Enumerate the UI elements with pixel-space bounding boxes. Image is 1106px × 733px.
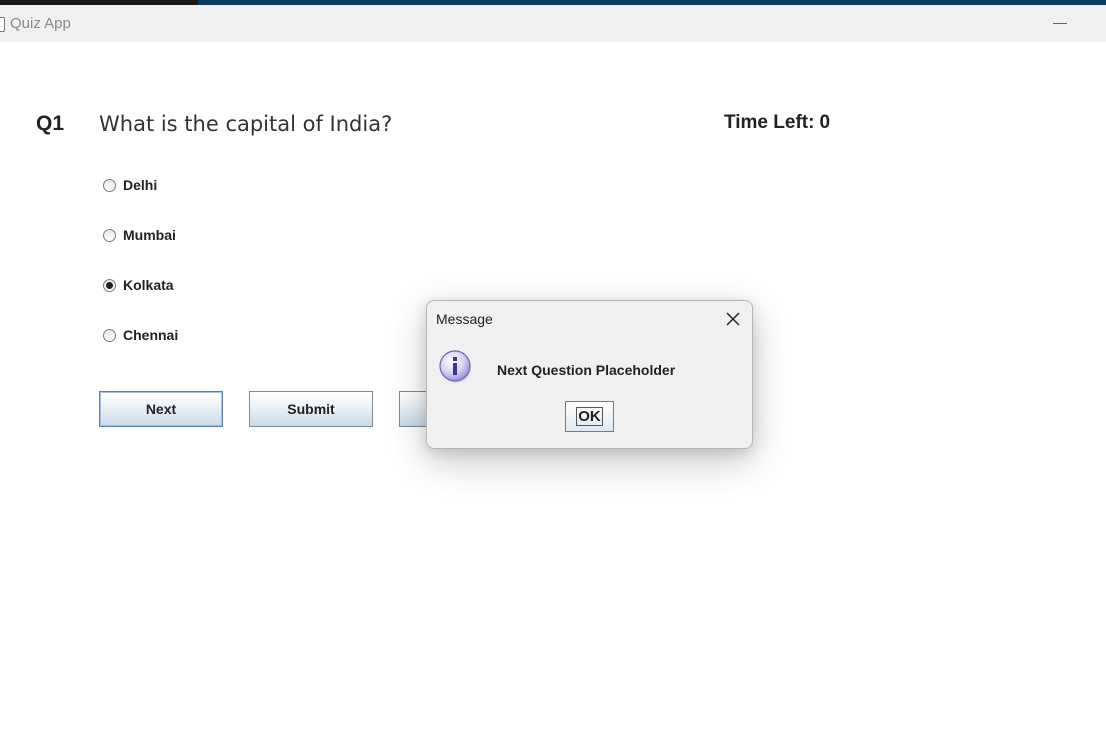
- radio-button[interactable]: [103, 228, 116, 242]
- option-label: Chennai: [123, 327, 179, 343]
- window-title: Quiz App: [10, 15, 71, 32]
- option-label: Mumbai: [123, 227, 176, 243]
- option-label: Delhi: [123, 177, 158, 193]
- dialog-message: Next Question Placeholder: [497, 362, 676, 378]
- question-text: What is the capital of India?: [99, 112, 393, 136]
- timer-label: Time Left:: [724, 112, 815, 133]
- option-mumbai[interactable]: Mumbai: [103, 225, 176, 245]
- option-kolkata[interactable]: Kolkata: [103, 275, 174, 295]
- minimize-button[interactable]: —: [1047, 7, 1073, 37]
- close-icon[interactable]: [723, 309, 743, 329]
- timer-value: 0: [819, 112, 831, 133]
- option-label: Kolkata: [123, 277, 174, 293]
- radio-button[interactable]: [103, 328, 116, 342]
- message-dialog[interactable]: Message Next Question Placeholder OK: [426, 300, 753, 449]
- app-icon: [0, 17, 5, 32]
- radio-button[interactable]: [103, 178, 116, 192]
- question-number: Q1: [36, 112, 65, 135]
- timer: Time Left: 0: [724, 112, 830, 134]
- option-chennai[interactable]: Chennai: [103, 325, 178, 345]
- next-button[interactable]: Next: [99, 391, 223, 427]
- ok-button-label: OK: [576, 407, 603, 426]
- ok-button[interactable]: OK: [565, 401, 614, 432]
- info-icon: [439, 350, 473, 384]
- submit-button[interactable]: Submit: [249, 391, 373, 427]
- dialog-title: Message: [436, 311, 493, 327]
- option-delhi[interactable]: Delhi: [103, 175, 157, 195]
- window-titlebar[interactable]: Quiz App —: [0, 5, 1106, 42]
- radio-button-selected[interactable]: [103, 278, 116, 292]
